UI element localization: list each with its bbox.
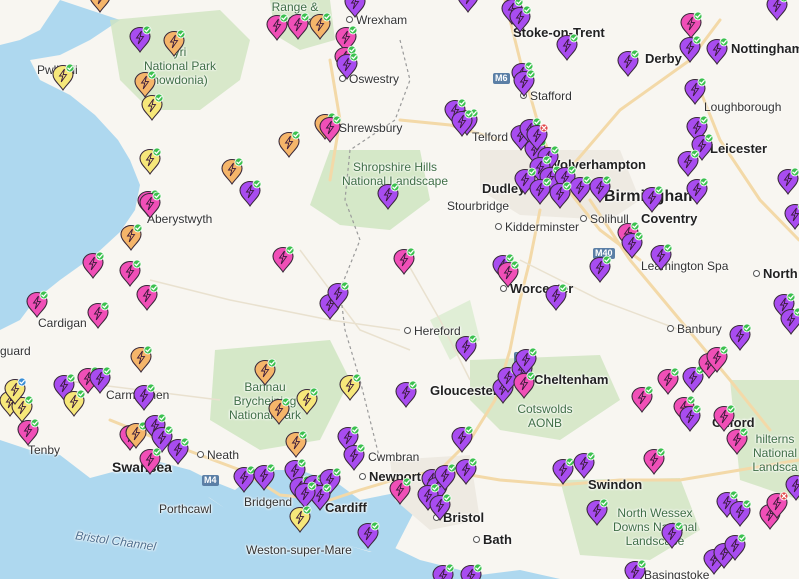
charger-pin[interactable] xyxy=(89,0,111,13)
charger-pin[interactable] xyxy=(377,182,400,210)
charger-pin[interactable] xyxy=(343,443,366,471)
charger-pin[interactable] xyxy=(766,491,789,519)
charger-pin[interactable] xyxy=(513,371,536,399)
charger-pin[interactable] xyxy=(63,389,86,417)
charger-pin[interactable] xyxy=(586,498,609,526)
charger-pin[interactable] xyxy=(784,203,799,230)
charger-pin[interactable] xyxy=(395,380,418,408)
charger-pin[interactable] xyxy=(327,281,350,309)
charger-pin[interactable] xyxy=(509,5,532,33)
charger-pin[interactable] xyxy=(432,563,455,579)
charger-pin[interactable] xyxy=(724,533,747,561)
charger-pin[interactable] xyxy=(4,377,27,405)
charger-pin[interactable] xyxy=(726,427,749,455)
charger-pin[interactable] xyxy=(253,463,276,491)
charger-pin[interactable] xyxy=(780,307,799,335)
charger-pin[interactable] xyxy=(686,177,709,205)
charger-pin[interactable] xyxy=(52,63,75,91)
charger-pin[interactable] xyxy=(679,35,702,63)
charger-pin[interactable] xyxy=(589,175,612,203)
charger-pin[interactable] xyxy=(513,69,536,97)
charger-pin[interactable] xyxy=(569,175,592,203)
charger-pin[interactable] xyxy=(389,477,412,505)
charger-pin[interactable] xyxy=(641,185,664,213)
charger-pin[interactable] xyxy=(167,437,190,465)
charger-pin[interactable] xyxy=(729,499,752,527)
charger-pin[interactable] xyxy=(141,93,164,121)
charger-pin[interactable] xyxy=(17,418,40,446)
charger-pin[interactable] xyxy=(357,521,380,549)
charger-pin[interactable] xyxy=(556,33,579,61)
charger-pin[interactable] xyxy=(552,457,575,485)
charger-pin[interactable] xyxy=(497,260,520,288)
charger-pin[interactable] xyxy=(631,385,654,413)
charger-pin[interactable] xyxy=(133,383,156,411)
charger-pin[interactable] xyxy=(296,387,319,415)
charger-pin[interactable] xyxy=(621,231,644,259)
charger-pin[interactable] xyxy=(287,12,310,40)
charger-pin[interactable] xyxy=(344,0,366,18)
charger-pin[interactable] xyxy=(643,447,666,475)
charger-pin[interactable] xyxy=(339,373,362,401)
charger-pin[interactable] xyxy=(706,37,729,65)
charger-pin[interactable] xyxy=(26,290,49,318)
charger-pin[interactable] xyxy=(319,115,342,143)
charger-pin[interactable] xyxy=(451,425,474,453)
charger-pin[interactable] xyxy=(82,251,105,279)
charger-pin[interactable] xyxy=(451,109,474,137)
charger-pin[interactable] xyxy=(239,179,262,207)
charger-pin[interactable] xyxy=(617,49,640,77)
charger-pin[interactable] xyxy=(455,334,478,362)
charger-pin[interactable] xyxy=(233,465,256,493)
map-canvas[interactable]: Wrexham Stoke-on-Trent Derby Nottingham … xyxy=(0,0,799,579)
charger-pin[interactable] xyxy=(766,0,788,21)
charger-pin[interactable] xyxy=(285,430,308,458)
charger-pin[interactable] xyxy=(677,149,700,177)
charger-pin[interactable] xyxy=(119,259,142,287)
charger-pin[interactable] xyxy=(549,181,572,209)
road-shield-m4: M4 xyxy=(202,475,219,486)
charger-pin[interactable] xyxy=(272,245,295,273)
charger-pin[interactable] xyxy=(89,366,112,394)
charger-pin[interactable] xyxy=(139,147,162,175)
charger-pin[interactable] xyxy=(650,243,673,271)
charger-pin[interactable] xyxy=(706,345,729,373)
charger-pin[interactable] xyxy=(455,457,478,485)
charger-pin[interactable] xyxy=(254,358,277,386)
charger-pin[interactable] xyxy=(684,77,707,105)
charger-pin[interactable] xyxy=(545,283,568,311)
charger-pin[interactable] xyxy=(657,367,680,395)
charger-pin[interactable] xyxy=(729,323,752,351)
charger-pin[interactable] xyxy=(289,505,312,533)
charger-pin[interactable] xyxy=(515,347,538,375)
charger-pin[interactable] xyxy=(680,11,703,39)
charger-pin[interactable] xyxy=(87,301,110,329)
charger-pin[interactable] xyxy=(268,397,291,425)
charger-pin[interactable] xyxy=(130,345,153,373)
charger-pin[interactable] xyxy=(163,29,186,57)
charger-pin[interactable] xyxy=(136,283,159,311)
charger-pin[interactable] xyxy=(336,52,359,80)
road-shield-m6: M6 xyxy=(493,73,510,84)
charger-pin[interactable] xyxy=(777,167,799,195)
charger-pin[interactable] xyxy=(294,481,317,509)
charger-pin[interactable] xyxy=(679,404,702,432)
charger-pin[interactable] xyxy=(460,563,483,579)
charger-pin[interactable] xyxy=(624,559,647,579)
charger-pin[interactable] xyxy=(278,130,301,158)
charger-pin[interactable] xyxy=(266,13,289,41)
charger-pin[interactable] xyxy=(393,247,416,275)
charger-pin[interactable] xyxy=(429,493,452,521)
charger-pin[interactable] xyxy=(139,447,162,475)
charger-pin[interactable] xyxy=(129,25,152,53)
charger-pin[interactable] xyxy=(120,223,143,251)
charger-pin[interactable] xyxy=(309,12,332,40)
charger-pin[interactable] xyxy=(526,123,549,151)
charger-pin[interactable] xyxy=(139,191,162,219)
charger-pin[interactable] xyxy=(573,451,596,479)
charger-pin[interactable] xyxy=(457,0,479,13)
charger-pin[interactable] xyxy=(589,255,612,283)
charger-pin[interactable] xyxy=(661,521,684,549)
charger-pin[interactable] xyxy=(529,177,552,205)
